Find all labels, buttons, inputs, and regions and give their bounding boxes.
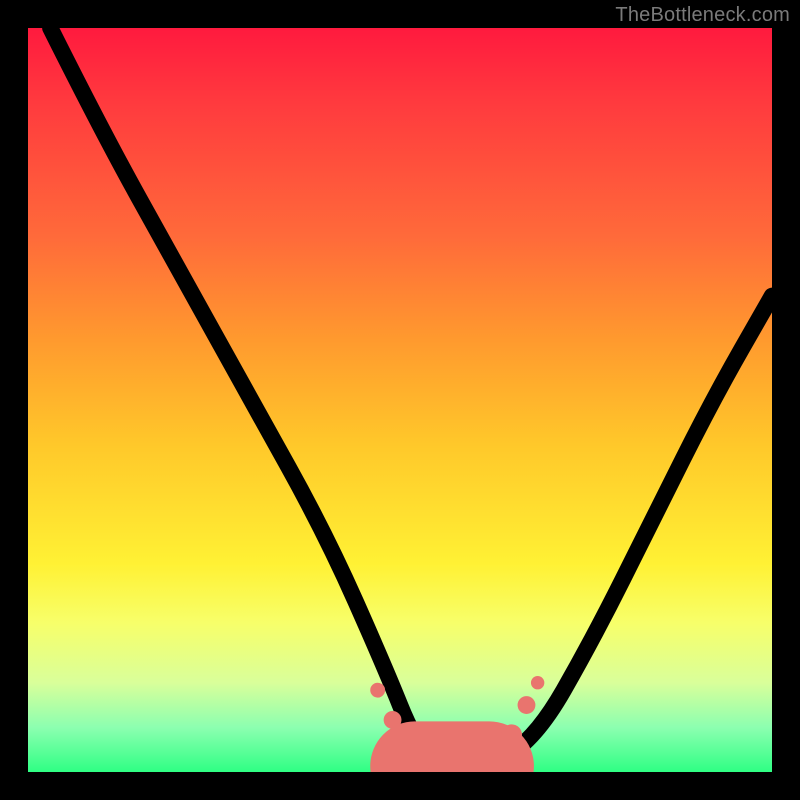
chart-svg <box>28 28 772 772</box>
curve-marker <box>415 757 430 772</box>
plot-area <box>28 28 772 772</box>
watermark-text: TheBottleneck.com <box>615 4 790 27</box>
curve-marker <box>370 683 385 698</box>
bottleneck-curve <box>50 28 772 772</box>
chart-frame: TheBottleneck.com <box>0 0 800 800</box>
curve-marker <box>399 741 417 759</box>
curve-marker <box>518 696 536 714</box>
curve-marker <box>501 724 522 745</box>
curve-marker <box>531 676 544 689</box>
curve-marker <box>489 757 504 772</box>
curve-marker <box>384 711 402 729</box>
